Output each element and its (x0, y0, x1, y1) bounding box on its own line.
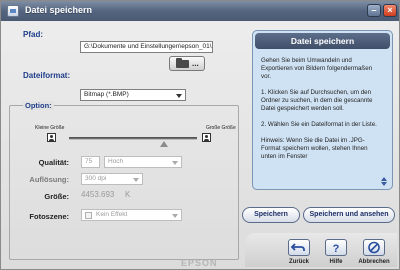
svg-text:?: ? (333, 243, 340, 255)
resolution-label: Auflösung: (29, 175, 69, 184)
small-size-icon (47, 133, 56, 142)
title-bar: Datei speichern – × (1, 1, 399, 21)
cancel-button[interactable] (363, 239, 385, 256)
cancel-icon (368, 241, 380, 254)
close-button[interactable]: × (383, 4, 397, 17)
large-size-icon (202, 133, 211, 142)
help-button[interactable]: ? (325, 239, 347, 256)
app-icon (7, 5, 19, 17)
format-select-value: Bitmap (*.BMP) (84, 91, 129, 98)
cancel-label: Abbrechen (358, 259, 390, 265)
help-scroll[interactable] (381, 177, 389, 187)
back-button[interactable] (288, 239, 310, 256)
chevron-down-icon (133, 178, 139, 182)
help-panel: Datei speichern Gehen Sie beim Umwandeln… (252, 30, 393, 190)
quality-input[interactable]: 75 (81, 156, 100, 168)
photoscene-label: Fotoszene: (29, 212, 69, 221)
question-icon: ? (333, 243, 340, 255)
help-body: Gehen Sie beim Umwandeln und Exportieren… (261, 57, 383, 187)
path-label: Pfad: (23, 30, 43, 39)
brand-logo: EPSON (181, 258, 218, 268)
chevron-down-icon (172, 161, 178, 165)
help-label: Hilfe (329, 259, 343, 265)
save-and-view-button[interactable]: Speichern und ansehen (303, 207, 395, 223)
save-file-window: Datei speichern – × Pfad: G:\Dokumente u… (0, 0, 400, 270)
path-input[interactable]: G:\Dokumente und Einstellungen\epson_01\ (80, 41, 213, 53)
scroll-up-icon[interactable] (381, 177, 387, 181)
help-title: Datei speichern (255, 33, 390, 49)
folder-icon (176, 58, 189, 68)
quality-label: Qualität: (38, 158, 69, 167)
scroll-down-icon[interactable] (381, 182, 387, 186)
window-title: Datei speichern (25, 5, 93, 15)
options-title: Option: (23, 101, 54, 110)
format-label: Dateiformat: (23, 71, 71, 80)
size-unit: K (125, 190, 131, 199)
chevron-down-icon (176, 94, 182, 98)
photoscene-select[interactable]: Kein Effekt (81, 209, 182, 221)
photoscene-select-value: Kein Effekt (96, 211, 128, 218)
resolution-select[interactable]: 300 dpi (81, 173, 143, 185)
browse-button-label: ... (192, 59, 199, 68)
size-slider-thumb[interactable] (160, 141, 168, 147)
size-slider-track[interactable] (69, 137, 197, 140)
size-label: Größe: (44, 192, 69, 201)
help-paragraph-intro: Gehen Sie beim Umwandeln und Exportieren… (261, 57, 373, 80)
format-select[interactable]: Bitmap (*.BMP) (80, 89, 186, 101)
size-value: 4453.693 (81, 190, 115, 199)
minimize-button[interactable]: – (367, 4, 381, 17)
browse-button[interactable]: ... (169, 56, 205, 71)
help-paragraph-step2: 2. Wählen Sie ein Dateiformat in der Lis… (261, 121, 377, 128)
quality-select-value: Hoch (108, 158, 124, 165)
help-paragraph-step1: 1. Klicken Sie auf Durchsuchen, um den O… (261, 89, 373, 112)
large-size-label: Große Größe (206, 125, 236, 131)
quality-select[interactable]: Hoch (104, 156, 182, 168)
photoscene-effect-icon (85, 212, 92, 219)
chevron-down-icon (172, 214, 178, 218)
small-size-label: Kleine Größe (35, 125, 65, 131)
save-button[interactable]: Speichern (242, 207, 300, 223)
resolution-select-value: 300 dpi (85, 175, 107, 182)
bottom-toolbar: ? Zurück Hilfe Abbrechen (245, 233, 397, 267)
back-arrow-icon (290, 243, 305, 251)
help-paragraph-note: Hinweis: Wenn Sie die Datei im .JPG-Form… (261, 137, 368, 160)
back-label: Zurück (288, 259, 309, 265)
